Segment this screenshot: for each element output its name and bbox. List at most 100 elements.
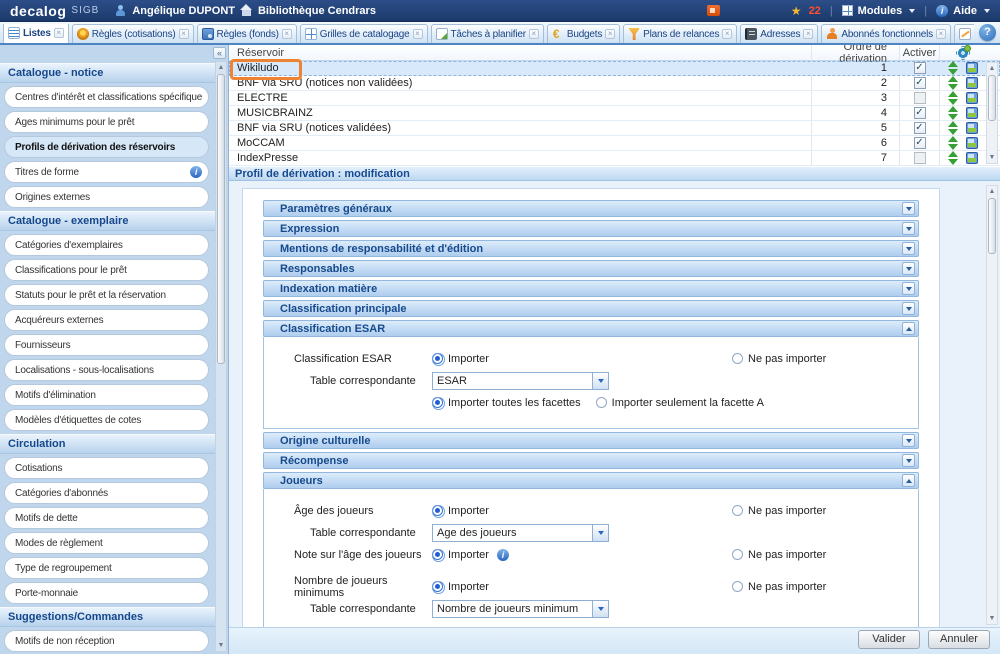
chevron-up-icon[interactable] [902,474,915,487]
sidebar-item-origines-externes[interactable]: Origines externes [4,186,209,208]
sidebar-item-classifications-pour-le-pret[interactable]: Classifications pour le prêt [4,259,209,281]
reservoir-row[interactable]: ELECTRE3 [229,91,1000,106]
scroll-thumb[interactable] [217,74,225,364]
sidebar-item-motifs-de-non-reception[interactable]: Motifs de non réception [4,630,209,652]
help-menu[interactable]: Aide [953,5,977,17]
form-scrollbar[interactable]: ▲ ▼ [986,185,998,625]
sidebar-item-acquereurs-externes[interactable]: Acquéreurs externes [4,309,209,331]
reservoir-row[interactable]: MUSICBRAINZ4✓ [229,106,1000,121]
tab-regles-fonds[interactable]: Règles (fonds)× [197,24,297,43]
radio-no-import[interactable] [732,581,743,592]
save-icon[interactable] [966,152,978,164]
sidebar-item-motifs-d-elimination[interactable]: Motifs d'élimination [4,384,209,406]
tab-close-icon[interactable]: × [803,29,813,39]
tab-close-icon[interactable]: × [722,29,732,39]
chevron-down-icon[interactable] [902,434,915,447]
radio-import[interactable] [432,581,443,592]
save-icon[interactable] [966,77,978,89]
active-checkbox[interactable]: ✓ [914,62,926,74]
sidebar-item-porte-monnaie[interactable]: Porte-monnaie [4,582,209,604]
sidebar-item-statuts-pour-le-pret-et-la-reservation[interactable]: Statuts pour le prêt et la réservation [4,284,209,306]
accordion-classification-principale[interactable]: Classification principale [263,300,919,317]
tab-adresses[interactable]: Adresses× [740,24,818,43]
active-checkbox[interactable]: ✓ [914,107,926,119]
radio-no-import[interactable] [732,505,743,516]
sidebar-item-modeles-d-etiquettes-de-cotes[interactable]: Modèles d'étiquettes de cotes [4,409,209,431]
table-select[interactable]: Age des joueurs [432,524,609,542]
reorder-icon[interactable] [948,106,959,120]
radio-import[interactable] [432,353,443,364]
tab-taches-planifier[interactable]: Tâches à planifier× [431,24,544,43]
save-icon[interactable] [966,92,978,104]
tab-modeles-documents[interactable]: Modèles de documents× [954,24,974,43]
sidebar-item-profils-de-derivation-des-reservoirs[interactable]: Profils de dérivation des réservoirs [4,136,209,158]
accordion-expression[interactable]: Expression [263,220,919,237]
scroll-down-icon[interactable]: ▼ [989,614,996,623]
sidebar-item-categories-d-abonnes[interactable]: Catégories d'abonnés [4,482,209,504]
tab-close-icon[interactable]: × [529,29,539,39]
sidebar-item-titres-de-forme[interactable]: Titres de formei [4,161,209,183]
reservoir-row[interactable]: MoCCAM6✓ [229,136,1000,151]
sidebar-item-type-de-regroupement[interactable]: Type de regroupement [4,557,209,579]
save-icon[interactable] [966,122,978,134]
tab-abonnes-fonctionnels[interactable]: Abonnés fonctionnels× [821,24,951,43]
scroll-thumb[interactable] [988,75,996,121]
radio-facet[interactable] [432,397,443,408]
accordion-indexation-matiere[interactable]: Indexation matière [263,280,919,297]
active-checkbox[interactable]: ✓ [914,77,926,89]
chevron-down-icon[interactable] [902,222,915,235]
chevron-up-icon[interactable] [902,322,915,335]
sidebar-collapse-button[interactable]: « [213,47,226,59]
chevron-down-icon[interactable] [902,454,915,467]
save-icon[interactable] [966,107,978,119]
accordion-mentions-de-responsabilite-et-d-edition[interactable]: Mentions de responsabilité et d'édition [263,240,919,257]
chevron-down-icon[interactable] [902,282,915,295]
sidebar-item-motifs-de-dette[interactable]: Motifs de dette [4,507,209,529]
reorder-icon[interactable] [948,76,959,90]
scroll-down-icon[interactable]: ▼ [218,641,225,650]
scroll-up-icon[interactable]: ▲ [218,63,225,72]
sidebar-item-modes-de-reglement[interactable]: Modes de règlement [4,532,209,554]
tab-listes[interactable]: Listes× [3,24,69,43]
reorder-icon[interactable] [948,91,959,105]
accordion-recompense[interactable]: Récompense [263,452,919,469]
radio-import[interactable] [432,505,443,516]
tab-close-icon[interactable]: × [413,29,423,39]
table-select[interactable]: Nombre de joueurs minimum [432,600,609,618]
star-icon[interactable]: ★ [791,5,802,17]
tab-close-icon[interactable]: × [605,29,615,39]
tab-budgets[interactable]: Budgets× [547,24,620,43]
chevron-down-icon[interactable] [902,242,915,255]
active-checkbox[interactable]: ✓ [914,137,926,149]
tab-close-icon[interactable]: × [179,29,189,39]
tab-close-icon[interactable]: × [936,29,946,39]
radio-import[interactable] [432,549,443,560]
save-icon[interactable] [966,137,978,149]
tab-plans-relances[interactable]: Plans de relances× [623,24,737,43]
active-checkbox[interactable] [914,92,926,104]
accordion-joueurs[interactable]: Joueurs [263,472,919,489]
accordion-classification-esar[interactable]: Classification ESAR [263,320,919,337]
validate-button[interactable]: Valider [858,630,920,649]
sidebar-item-localisations-sous-localisations[interactable]: Localisations - sous-localisations [4,359,209,381]
active-checkbox[interactable]: ✓ [914,122,926,134]
sidebar-item-cotisations[interactable]: Cotisations [4,457,209,479]
reservoir-row[interactable]: Wikiludo1✓ [229,61,1000,76]
chevron-down-icon[interactable] [902,262,915,275]
scroll-up-icon[interactable]: ▲ [989,64,996,73]
tab-close-icon[interactable]: × [54,28,64,38]
tab-grilles-catalogage[interactable]: Grilles de catalogage× [300,24,428,43]
sidebar-item-fournisseurs[interactable]: Fournisseurs [4,334,209,356]
reorder-icon[interactable] [948,151,959,165]
reservoir-row[interactable]: BNF via SRU (notices validées)5✓ [229,121,1000,136]
reservoir-row[interactable]: IndexPresse7 [229,151,1000,166]
radio-no-import[interactable] [732,549,743,560]
sidebar-scrollbar[interactable]: ▲ ▼ [215,61,227,652]
reservoir-row[interactable]: BNF via SRU (notices non validées)2✓ [229,76,1000,91]
sidebar-item-centres-d-interet-et-classifications-specifiques[interactable]: Centres d'intérêt et classifications spé… [4,86,209,108]
reorder-icon[interactable] [948,136,959,150]
tab-close-icon[interactable]: × [282,29,292,39]
scroll-up-icon[interactable]: ▲ [989,187,996,196]
save-icon[interactable] [966,62,978,74]
radio-facet[interactable] [596,397,607,408]
